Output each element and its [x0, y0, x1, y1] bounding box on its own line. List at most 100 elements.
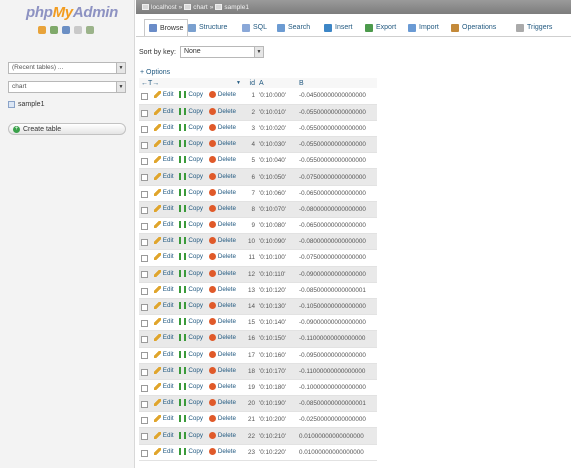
cell-id[interactable]: 20 — [243, 395, 257, 413]
create-table-button[interactable]: + Create table — [8, 123, 126, 135]
edit-button[interactable]: Edit — [153, 107, 174, 115]
tab-triggers[interactable]: Triggers — [512, 19, 556, 36]
row-checkbox[interactable] — [141, 320, 148, 328]
cell-id[interactable]: 23 — [243, 444, 257, 461]
cell-b[interactable]: -0.06500000000000000 — [297, 185, 377, 202]
cell-a[interactable]: '0:10:140' — [257, 314, 297, 332]
sort-by-key-select[interactable]: None ▼ — [179, 46, 264, 58]
row-checkbox[interactable] — [141, 433, 148, 441]
row-checkbox[interactable] — [141, 336, 148, 344]
row-checkbox[interactable] — [141, 400, 148, 408]
row-checkbox[interactable] — [141, 206, 148, 214]
copy-button[interactable]: Copy — [179, 366, 203, 374]
nav-table-item[interactable]: sample1 — [8, 101, 44, 108]
tab-import[interactable]: Import — [404, 19, 443, 36]
delete-button[interactable]: Delete — [208, 350, 236, 358]
cell-b[interactable]: -0.02500000000000000 — [297, 411, 377, 429]
delete-button[interactable]: Delete — [208, 237, 236, 245]
cell-b[interactable]: -0.05500000000000000 — [297, 136, 377, 154]
copy-button[interactable]: Copy — [179, 204, 203, 212]
cell-a[interactable]: '0:10:160' — [257, 347, 297, 364]
edit-button[interactable]: Edit — [153, 318, 174, 326]
phpmyadmin-logo[interactable]: phpMyAdmin — [26, 4, 118, 21]
row-checkbox[interactable] — [141, 174, 148, 182]
delete-button[interactable]: Delete — [208, 91, 236, 99]
delete-button[interactable]: Delete — [208, 399, 236, 407]
cell-b[interactable]: -0.05500000000000000 — [297, 104, 377, 121]
row-checkbox[interactable] — [141, 222, 148, 230]
copy-button[interactable]: Copy — [179, 431, 203, 439]
cell-a[interactable]: '0:10:120' — [257, 282, 297, 299]
cell-b[interactable]: -0.04500000000000000 — [297, 88, 377, 105]
database-select[interactable]: chart ▼ — [8, 81, 126, 93]
row-checkbox[interactable] — [141, 255, 148, 263]
settings-icon[interactable] — [86, 26, 94, 34]
cell-id[interactable]: 22 — [243, 427, 257, 445]
cell-id[interactable]: 1 — [243, 88, 257, 105]
cell-id[interactable]: 2 — [243, 104, 257, 121]
tab-structure[interactable]: Structure — [184, 19, 231, 36]
delete-button[interactable]: Delete — [208, 318, 236, 326]
copy-button[interactable]: Copy — [179, 415, 203, 423]
cell-id[interactable]: 14 — [243, 298, 257, 316]
cell-a[interactable]: '0:10:100' — [257, 249, 297, 267]
cell-id[interactable]: 15 — [243, 314, 257, 332]
tab-search[interactable]: Search — [273, 19, 314, 36]
delete-button[interactable]: Delete — [208, 123, 236, 131]
copy-button[interactable]: Copy — [179, 172, 203, 180]
breadcrumb-table[interactable]: sample1 — [224, 4, 249, 11]
copy-button[interactable]: Copy — [179, 107, 203, 115]
cell-id[interactable]: 18 — [243, 363, 257, 380]
cell-a[interactable]: '0:10:130' — [257, 298, 297, 316]
delete-button[interactable]: Delete — [208, 302, 236, 310]
cell-id[interactable]: 12 — [243, 266, 257, 283]
cell-id[interactable]: 8 — [243, 201, 257, 219]
cell-id[interactable]: 9 — [243, 217, 257, 235]
tab-browse[interactable]: Browse — [144, 19, 189, 36]
cell-id[interactable]: 3 — [243, 120, 257, 138]
cell-a[interactable]: '0:10:000' — [257, 88, 297, 105]
header-a[interactable]: A — [257, 78, 297, 88]
cell-b[interactable]: -0.09000000000000000 — [297, 314, 377, 332]
copy-button[interactable]: Copy — [179, 285, 203, 293]
tab-export[interactable]: Export — [361, 19, 400, 36]
edit-button[interactable]: Edit — [153, 221, 174, 229]
home-icon[interactable] — [38, 26, 46, 34]
copy-button[interactable]: Copy — [179, 350, 203, 358]
delete-button[interactable]: Delete — [208, 382, 236, 390]
copy-button[interactable]: Copy — [179, 156, 203, 164]
delete-button[interactable]: Delete — [208, 431, 236, 439]
cell-id[interactable]: 11 — [243, 249, 257, 267]
row-checkbox[interactable] — [141, 93, 148, 101]
cell-a[interactable]: '0:10:050' — [257, 168, 297, 186]
header-b[interactable]: B — [297, 78, 377, 88]
row-checkbox[interactable] — [141, 384, 148, 392]
edit-button[interactable]: Edit — [153, 253, 174, 261]
cell-a[interactable]: '0:10:110' — [257, 266, 297, 283]
cell-b[interactable]: -0.06500000000000000 — [297, 217, 377, 235]
row-checkbox[interactable] — [141, 368, 148, 376]
edit-button[interactable]: Edit — [153, 366, 174, 374]
cell-id[interactable]: 7 — [243, 185, 257, 202]
row-checkbox[interactable] — [141, 352, 148, 360]
row-checkbox[interactable] — [141, 271, 148, 279]
copy-button[interactable]: Copy — [179, 382, 203, 390]
cell-a[interactable]: '0:10:080' — [257, 217, 297, 235]
edit-button[interactable]: Edit — [153, 350, 174, 358]
delete-button[interactable]: Delete — [208, 447, 236, 455]
delete-button[interactable]: Delete — [208, 415, 236, 423]
header-id[interactable]: id — [243, 78, 257, 88]
query-icon[interactable] — [62, 26, 70, 34]
edit-button[interactable]: Edit — [153, 91, 174, 99]
cell-id[interactable]: 16 — [243, 330, 257, 348]
cell-b[interactable]: -0.05500000000000000 — [297, 120, 377, 138]
cell-b[interactable]: -0.05500000000000000 — [297, 152, 377, 170]
row-checkbox[interactable] — [141, 158, 148, 166]
cell-b[interactable]: -0.08500000000000001 — [297, 395, 377, 413]
cell-b[interactable]: -0.07500000000000000 — [297, 168, 377, 186]
options-link[interactable]: + Options — [140, 69, 170, 76]
row-checkbox[interactable] — [141, 417, 148, 425]
edit-button[interactable]: Edit — [153, 123, 174, 131]
cell-a[interactable]: '0:10:180' — [257, 379, 297, 397]
edit-button[interactable]: Edit — [153, 334, 174, 342]
